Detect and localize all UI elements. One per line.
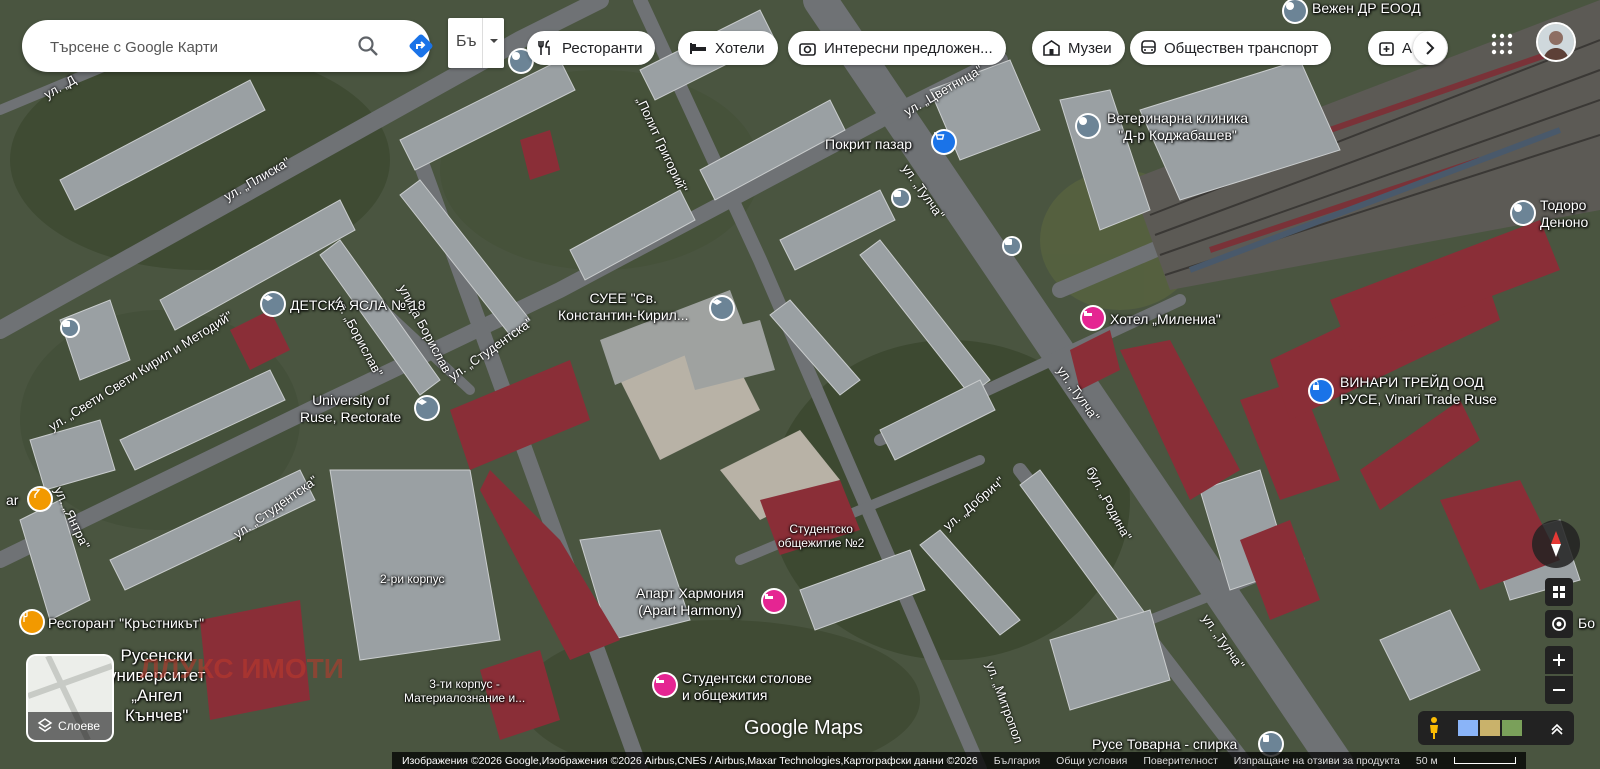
scale-bar bbox=[1453, 757, 1516, 764]
hotel-pin-icon[interactable] bbox=[763, 590, 785, 612]
chip-label: Ресторанти bbox=[562, 39, 643, 57]
zoom-out-button[interactable] bbox=[1545, 676, 1573, 704]
education-pin-icon[interactable] bbox=[1284, 0, 1306, 22]
search-icon[interactable] bbox=[356, 34, 380, 58]
search-box bbox=[22, 20, 433, 72]
terms-link[interactable]: Общи условия bbox=[1056, 755, 1127, 767]
layers-label: Слоеве bbox=[58, 719, 101, 733]
country-link[interactable]: България bbox=[994, 755, 1040, 767]
chip-museums[interactable]: Музеи bbox=[1032, 31, 1125, 65]
chevron-down-icon[interactable] bbox=[482, 18, 505, 68]
bus-stop-icon[interactable] bbox=[1004, 238, 1020, 254]
plus-icon bbox=[1553, 654, 1565, 666]
chip-hotels[interactable]: Хотели bbox=[678, 31, 778, 65]
street-view-thumbnail[interactable] bbox=[1458, 720, 1478, 736]
vet-pin-icon[interactable] bbox=[1077, 115, 1099, 137]
location-target-icon bbox=[1552, 617, 1566, 631]
fork-knife-icon bbox=[538, 40, 550, 55]
education-pin-icon[interactable] bbox=[262, 293, 284, 315]
imagery-thumbnail[interactable] bbox=[1502, 720, 1522, 736]
place-label-detska-yasla[interactable]: ДЕТСКА ЯСЛА № 18 bbox=[290, 297, 426, 314]
bus-icon bbox=[1141, 40, 1156, 54]
pharmacy-icon bbox=[1379, 42, 1394, 56]
education-pin-icon[interactable] bbox=[711, 297, 733, 319]
education-pin-icon[interactable] bbox=[1512, 202, 1534, 224]
place-label-vejen[interactable]: Вежен ДР ЕООД bbox=[1312, 0, 1421, 17]
chip-restaurants[interactable]: Ресторанти bbox=[527, 31, 656, 65]
minus-icon bbox=[1553, 689, 1565, 691]
shop-pin-icon[interactable] bbox=[1310, 380, 1332, 402]
bar-pin-icon[interactable] bbox=[29, 488, 51, 510]
chevron-right-icon bbox=[1426, 41, 1435, 55]
shopping-cart-icon[interactable] bbox=[933, 131, 955, 153]
chip-attractions[interactable]: Интересни предложен... bbox=[788, 31, 1006, 65]
layers-button[interactable]: Слоеве bbox=[28, 656, 112, 740]
chip-label: Музеи bbox=[1068, 39, 1112, 57]
watermark-text: ЛЛУКС ИМОТИ bbox=[140, 653, 344, 684]
satellite-map[interactable]: ул. „Плиска" ул. „Д „Полит Григорий" ул.… bbox=[0, 0, 1600, 769]
museum-icon bbox=[1043, 40, 1060, 56]
google-maps-logo: Google Maps bbox=[744, 717, 863, 739]
chip-label: Интересни предложен... bbox=[824, 39, 993, 57]
hotel-pin-icon[interactable] bbox=[1082, 307, 1104, 329]
place-label-korpus-2[interactable]: 2-ри корпус bbox=[380, 572, 444, 586]
chips-next-button[interactable] bbox=[1413, 31, 1447, 65]
street-view-strip bbox=[1418, 711, 1574, 745]
place-label-university-rectorate[interactable]: University of Ruse, Rectorate bbox=[300, 392, 401, 426]
restaurant-pin-icon[interactable] bbox=[21, 611, 43, 633]
feedback-link[interactable]: Изпращане на отзиви за продукта bbox=[1234, 755, 1400, 767]
place-label-vet-clinic[interactable]: Ветеринарна клиника "Д-р Коджабашев" bbox=[1107, 110, 1248, 144]
attribution-bar: Изображения ©2026 Google,Изображения ©20… bbox=[392, 752, 1526, 769]
place-label-bar[interactable]: ar bbox=[6, 492, 18, 509]
pegman-icon[interactable] bbox=[1426, 716, 1442, 740]
compass-button[interactable] bbox=[1532, 520, 1580, 568]
camera-icon bbox=[799, 42, 816, 56]
pegman-grid-button[interactable] bbox=[1545, 578, 1573, 606]
search-input[interactable] bbox=[48, 34, 322, 60]
chip-label: Обществен транспорт bbox=[1164, 39, 1319, 57]
place-label-suee[interactable]: СУЕЕ "Св. Константин-Кирил... bbox=[558, 290, 689, 324]
place-label-apart-harmony[interactable]: Апарт Хармония (Apart Harmony) bbox=[636, 585, 744, 619]
place-label-bo[interactable]: Бо bbox=[1578, 615, 1595, 632]
my-location-button[interactable] bbox=[1545, 610, 1573, 638]
chevron-up-icon[interactable] bbox=[1548, 719, 1566, 737]
place-label-pokrit-pazar[interactable]: Покрит пазар bbox=[825, 136, 912, 153]
compass-icon bbox=[1551, 531, 1561, 557]
zoom-in-button[interactable] bbox=[1545, 646, 1573, 674]
place-label-restorant[interactable]: Ресторант "Кръстникът" bbox=[48, 615, 204, 632]
scale-label[interactable]: 50 м bbox=[1416, 755, 1438, 767]
chip-label: Хотели bbox=[715, 39, 765, 57]
chip-label: А bbox=[1402, 39, 1413, 57]
apps-grid-icon[interactable] bbox=[1490, 32, 1514, 56]
place-label-ruse-tovarna[interactable]: Русе Товарна - спирка bbox=[1092, 736, 1237, 753]
map-layer-toggle[interactable]: Бъ bbox=[448, 18, 504, 68]
chip-transit[interactable]: Обществен транспорт bbox=[1130, 31, 1332, 65]
education-pin-icon[interactable] bbox=[416, 397, 438, 419]
place-label-todorov[interactable]: Тодоро Деноно bbox=[1540, 197, 1588, 231]
directions-icon[interactable] bbox=[408, 33, 434, 59]
privacy-link[interactable]: Поверителност bbox=[1143, 755, 1217, 767]
place-label-studentsko-obshtezhitie[interactable]: Студентско общежитие №2 bbox=[778, 522, 864, 550]
layer-toggle-label: Бъ bbox=[456, 33, 477, 50]
bus-stop-icon[interactable] bbox=[62, 320, 78, 336]
hotel-pin-icon[interactable] bbox=[654, 674, 676, 696]
layers-icon bbox=[37, 717, 53, 733]
bus-stop-icon[interactable] bbox=[893, 190, 909, 206]
avatar[interactable] bbox=[1538, 24, 1574, 60]
bed-icon bbox=[690, 43, 706, 54]
imagery-attribution: Изображения ©2026 Google,Изображения ©20… bbox=[402, 754, 978, 767]
place-label-vinari[interactable]: ВИНАРИ ТРЕЙД ООД РУСЕ, Vinari Trade Ruse bbox=[1340, 374, 1497, 408]
place-label-korpus-3[interactable]: 3-ти корпус - Материалознание и... bbox=[404, 677, 525, 705]
place-label-studentski-stolove[interactable]: Студентски столове и общежития bbox=[682, 670, 812, 704]
place-label-hotel-milenia[interactable]: Хотел „Милениа" bbox=[1110, 311, 1221, 328]
grid-icon bbox=[1553, 586, 1565, 598]
photo-thumbnail[interactable] bbox=[1480, 720, 1500, 736]
